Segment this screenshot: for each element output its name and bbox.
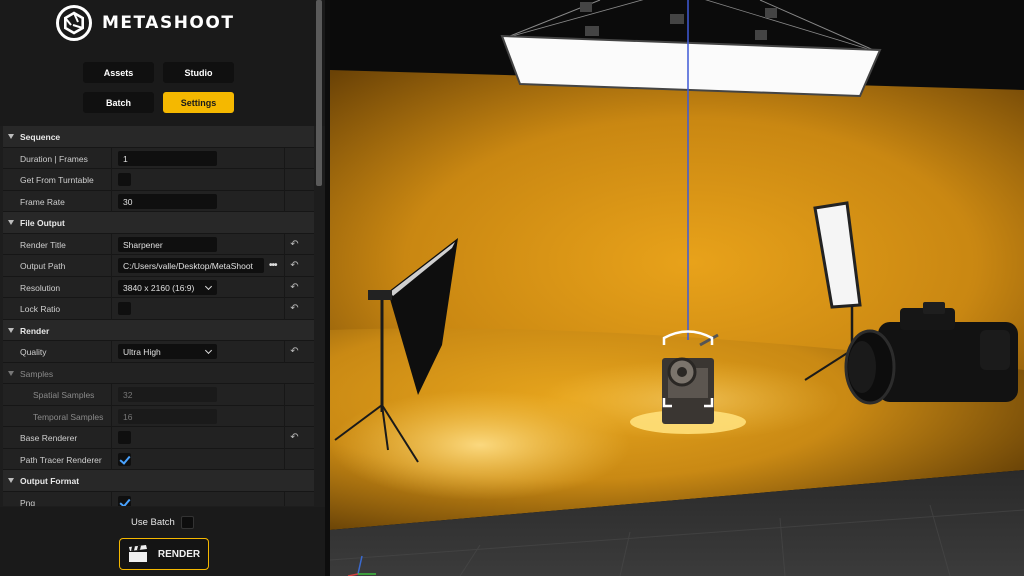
section-file-output[interactable]: File Output [3,212,314,234]
prop-label: Spatial Samples [33,390,95,400]
collapse-caret-icon[interactable] [8,370,14,376]
prop-path-tracer: Path Tracer Renderer [3,448,314,470]
prop-label: Base Renderer [20,433,78,443]
render-title-input[interactable]: Sharpener [118,236,217,252]
subsection-samples[interactable]: Samples [3,362,314,384]
section-sequence[interactable]: Sequence [3,126,314,148]
use-batch-label: Use Batch [131,517,175,528]
lock-ratio-checkbox[interactable] [118,302,131,315]
collapse-caret-icon[interactable] [8,134,14,139]
prop-png: Png [3,491,314,507]
path-tracer-checkbox[interactable] [118,452,131,466]
prop-lock-ratio: Lock Ratio ↶ [3,298,314,320]
render-button-label: RENDER [157,548,201,560]
tab-batch[interactable]: Batch [83,92,154,113]
output-path-input[interactable]: C:/Users/valle/Desktop/MetaShoot [118,258,264,273]
section-render[interactable]: Render [3,319,314,341]
duration-frames-input[interactable]: 1 [118,150,217,166]
camera-shutter-icon [56,5,92,41]
reset-arrow-icon[interactable]: ↶ [288,431,301,444]
property-list: Sequence Duration | Frames 1 Get From Tu… [3,126,314,506]
reset-arrow-icon[interactable]: ↶ [288,238,301,251]
section-title: Render [20,325,50,336]
prop-label: Frame Rate [20,196,65,207]
prop-render-title: Render Title Sharpener ↶ [3,233,314,255]
prop-label: Temporal Samples [33,411,104,422]
use-batch-toggle[interactable]: Use Batch [131,516,194,529]
prop-duration: Duration | Frames 1 [3,147,314,169]
subsection-title: Samples [20,368,54,379]
use-batch-checkbox[interactable] [180,516,194,529]
prop-resolution: Resolution 3840 x 2160 (16:9) ↶ [3,276,314,298]
prop-label: Resolution [20,282,61,293]
section-title: Output Format [20,476,80,486]
collapse-caret-icon[interactable] [8,220,14,225]
prop-get-from-turntable: Get From Turntable [3,169,314,191]
prop-label: Path Tracer Renderer [20,454,102,465]
panel-scrollbar[interactable] [316,0,322,186]
reset-arrow-icon[interactable]: ↶ [288,345,301,358]
prop-label: Lock Ratio [20,304,61,314]
panel-footer: Use Batch RENDER [0,507,325,576]
prop-quality: Quality Ultra High ↶ [3,341,314,363]
temporal-samples-input[interactable]: 16 [118,408,217,424]
ellipsis-icon[interactable]: ••• [269,260,277,271]
prop-base-renderer: Base Renderer ↶ [3,427,314,449]
prop-output-path: Output Path C:/Users/valle/Desktop/MetaS… [3,255,314,277]
prop-temporal-samples: Temporal Samples 16 [3,405,314,427]
render-button[interactable]: RENDER [119,538,209,570]
prop-label: Get From Turntable [20,175,94,185]
section-output-format[interactable]: Output Format [3,470,314,492]
prop-spatial-samples: Spatial Samples 32 [3,384,314,406]
prop-label: Quality [20,347,47,357]
prop-frame-rate: Frame Rate 30 [3,190,314,212]
collapse-caret-icon[interactable] [8,327,14,333]
collapse-caret-icon[interactable] [8,478,14,483]
reset-arrow-icon[interactable]: ↶ [288,281,301,294]
quality-select[interactable]: Ultra High [118,344,217,359]
settings-panel: METASHOOT Assets Studio Batch Settings S… [0,0,330,576]
brand-logo: METASHOOT [56,5,234,41]
tab-studio[interactable]: Studio [163,62,234,83]
tab-assets[interactable]: Assets [83,62,154,83]
png-checkbox[interactable] [118,495,131,506]
resolution-select[interactable]: 3840 x 2160 (16:9) [118,279,217,295]
brand-name: METASHOOT [102,13,235,33]
prop-label: Png [20,497,36,507]
base-renderer-checkbox[interactable] [118,431,131,444]
clapperboard-icon [128,545,147,562]
reset-arrow-icon[interactable]: ↶ [288,259,301,272]
section-title: Sequence [20,132,61,142]
get-from-turntable-checkbox[interactable] [118,173,131,186]
prop-label: Duration | Frames [20,153,88,164]
spatial-samples-input[interactable]: 32 [118,387,217,402]
section-title: File Output [20,218,65,228]
prop-label: Output Path [20,261,66,271]
panel-header: METASHOOT Assets Studio Batch Settings [0,0,325,126]
reset-arrow-icon[interactable]: ↶ [288,302,301,315]
studio-viewport[interactable] [330,0,1024,576]
frame-rate-input[interactable]: 30 [118,193,217,209]
tab-settings[interactable]: Settings [163,92,234,113]
prop-label: Render Title [20,239,66,250]
